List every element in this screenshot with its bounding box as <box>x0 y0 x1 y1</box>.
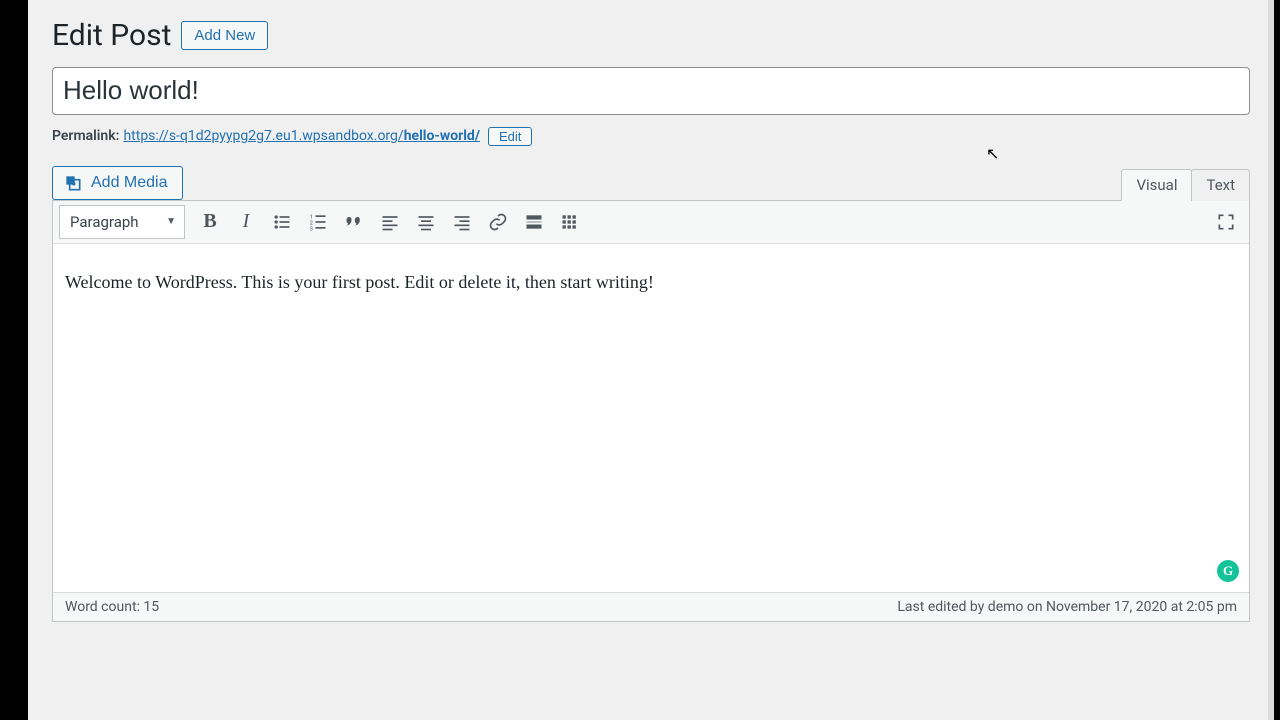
permalink-edit-button[interactable]: Edit <box>488 127 532 146</box>
align-center-icon <box>416 212 436 232</box>
align-right-icon <box>452 212 472 232</box>
link-button[interactable] <box>481 205 515 239</box>
permalink-slug: hello-world/ <box>404 128 480 144</box>
bold-button[interactable]: B <box>193 205 227 239</box>
toolbar-toggle-button[interactable] <box>553 205 587 239</box>
read-more-icon <box>524 212 544 232</box>
link-icon <box>488 212 508 232</box>
blockquote-button[interactable] <box>337 205 371 239</box>
editor-content-area[interactable]: Welcome to WordPress. This is your first… <box>53 244 1249 592</box>
permalink-label: Permalink: <box>52 128 119 144</box>
permalink-base: https://s-q1d2pyypg2g7.eu1.wpsandbox.org… <box>123 128 403 144</box>
scrollbar-track[interactable] <box>1268 0 1274 720</box>
tab-text[interactable]: Text <box>1191 169 1250 201</box>
bullet-list-button[interactable] <box>265 205 299 239</box>
italic-icon: I <box>243 210 250 233</box>
permalink-link[interactable]: https://s-q1d2pyypg2g7.eu1.wpsandbox.org… <box>123 128 480 144</box>
page-title: Edit Post <box>52 18 171 53</box>
bold-icon: B <box>203 210 216 233</box>
add-media-label: Add Media <box>91 174 168 192</box>
chevron-down-icon: ▼ <box>166 216 176 227</box>
editor-statusbar: Word count: 15 Last edited by demo on No… <box>53 592 1249 621</box>
toolbar-toggle-icon <box>560 212 580 232</box>
fullscreen-button[interactable] <box>1209 205 1243 239</box>
permalink-row: Permalink: https://s-q1d2pyypg2g7.eu1.wp… <box>52 127 1250 146</box>
bullet-list-icon <box>272 212 292 232</box>
numbered-list-icon: 123 <box>308 212 328 232</box>
editor-toolbar: Paragraph ▼ B I 123 <box>53 201 1249 244</box>
last-edited: Last edited by demo on November 17, 2020… <box>897 599 1237 615</box>
add-new-button[interactable]: Add New <box>181 21 268 50</box>
word-count: Word count: 15 <box>65 599 159 615</box>
align-left-button[interactable] <box>373 205 407 239</box>
media-icon <box>63 173 83 193</box>
read-more-button[interactable] <box>517 205 551 239</box>
grammarly-badge[interactable]: G <box>1217 560 1239 582</box>
editor-tabs: Visual Text <box>1121 168 1250 200</box>
post-body-text: Welcome to WordPress. This is your first… <box>65 272 1237 293</box>
svg-text:3: 3 <box>310 226 313 232</box>
numbered-list-button[interactable]: 123 <box>301 205 335 239</box>
italic-button[interactable]: I <box>229 205 263 239</box>
post-title-input[interactable] <box>52 67 1250 115</box>
page-heading-row: Edit Post Add New <box>52 10 1250 53</box>
editor-box: Paragraph ▼ B I 123 <box>52 200 1250 622</box>
align-right-button[interactable] <box>445 205 479 239</box>
fullscreen-icon <box>1216 212 1236 232</box>
add-media-button[interactable]: Add Media <box>52 166 183 200</box>
format-select[interactable]: Paragraph ▼ <box>59 205 185 239</box>
quote-icon <box>344 212 364 232</box>
tab-visual[interactable]: Visual <box>1121 169 1192 201</box>
grammarly-icon: G <box>1223 563 1233 579</box>
format-select-label: Paragraph <box>70 213 139 231</box>
align-center-button[interactable] <box>409 205 443 239</box>
align-left-icon <box>380 212 400 232</box>
